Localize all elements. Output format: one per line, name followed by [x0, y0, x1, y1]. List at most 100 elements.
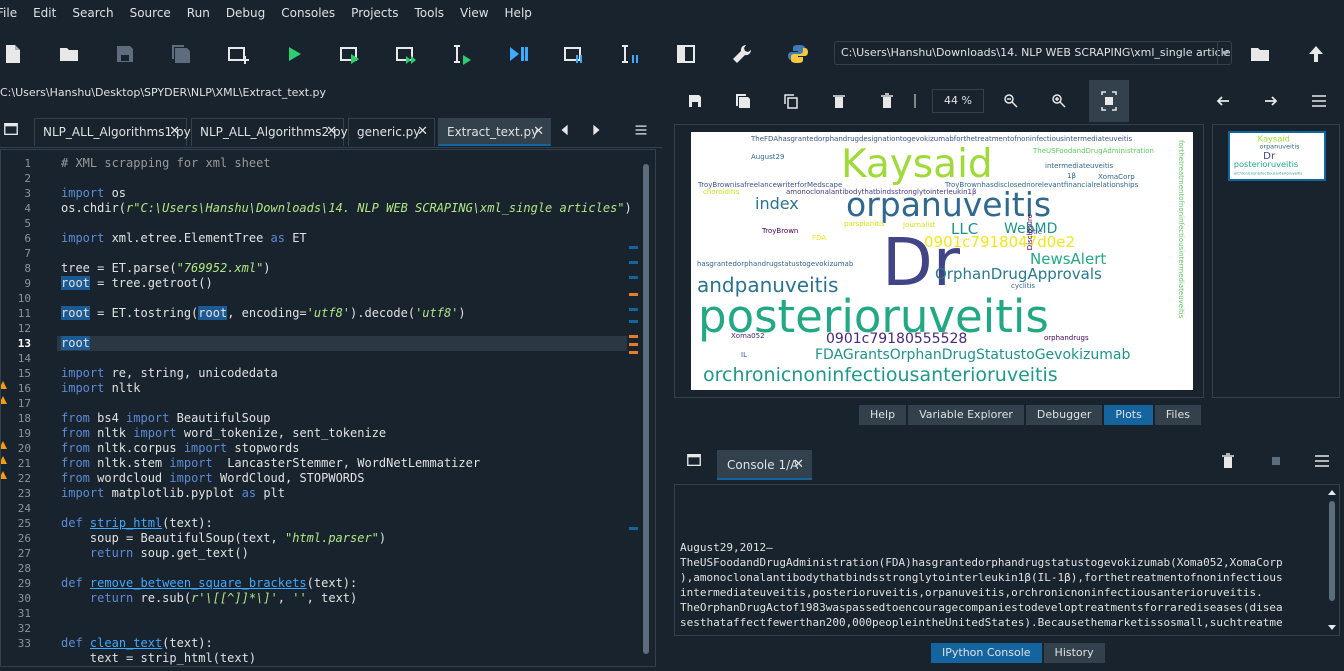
- menu-consoles[interactable]: Consoles: [273, 6, 343, 20]
- tab-debugger[interactable]: Debugger: [1024, 404, 1104, 426]
- delete-plot-icon[interactable]: [830, 92, 848, 110]
- stop-icon[interactable]: [1267, 452, 1285, 470]
- previous-plot-arrow-icon[interactable]: [1214, 92, 1232, 110]
- zoom-in-icon[interactable]: [1050, 92, 1068, 110]
- menu-edit[interactable]: Edit: [25, 6, 64, 20]
- debug-cell-icon[interactable]: [562, 42, 586, 66]
- debug-icon[interactable]: [506, 42, 530, 66]
- run-selection-icon[interactable]: [450, 42, 474, 66]
- tab-nlp-all-algorithms1[interactable]: NLP_ALL_Algorithms1.py ✕: [34, 118, 191, 146]
- menu-help[interactable]: Help: [497, 6, 540, 20]
- parent-directory-arrow-icon[interactable]: [1304, 42, 1328, 66]
- run-cell-advance-icon[interactable]: [394, 42, 418, 66]
- options-menu-icon[interactable]: [1313, 452, 1331, 470]
- warning-icon[interactable]: [1, 449, 7, 464]
- code-line: text = strip_html(text): [61, 651, 257, 665]
- run-file-icon[interactable]: [282, 42, 306, 66]
- browse-folder-icon[interactable]: [1248, 42, 1272, 66]
- code-line: def clean_text(text):: [61, 636, 213, 650]
- save-plot-icon[interactable]: [686, 92, 704, 110]
- wordcloud-word: Dr: [882, 224, 960, 301]
- tab-ipython-console[interactable]: IPython Console: [930, 642, 1043, 664]
- console-output[interactable]: August29,2012— TheUSFoodandDrugAdministr…: [674, 484, 1340, 636]
- tab-console-1a[interactable]: Console 1/A ✕: [717, 450, 812, 480]
- tab-help[interactable]: Help: [858, 404, 908, 426]
- menu-view[interactable]: View: [452, 6, 496, 20]
- code-editor[interactable]: 1 2 3 4 5 6 7 8 9 10 11 12 13 14 15 16 17 18 19 20 21 22 23 24 2…: [0, 149, 656, 667]
- warning-icon[interactable]: [1, 464, 7, 479]
- working-directory-combo[interactable]: C:\Users\Hanshu\Downloads\14. NLP WEB SC…: [834, 41, 1232, 65]
- browse-tabs-icon[interactable]: [2, 120, 20, 138]
- menu-run[interactable]: Run: [179, 6, 218, 20]
- console-scrollbar[interactable]: [1327, 487, 1337, 633]
- code-line: return re.sub(r'\[[^]]*\]', '', text): [89, 591, 358, 605]
- scroll-tabs-left-icon[interactable]: [557, 122, 573, 138]
- menu-file[interactable]: File: [0, 6, 25, 20]
- warning-icon[interactable]: [1, 374, 7, 389]
- scroll-marker: [629, 351, 638, 354]
- zoom-level-field[interactable]: 44 %: [932, 89, 984, 113]
- line-number: 29: [17, 577, 31, 590]
- save-all-icon[interactable]: [169, 42, 193, 66]
- scroll-tabs-right-icon[interactable]: [588, 122, 604, 138]
- run-cell-icon[interactable]: [338, 42, 362, 66]
- maximize-pane-icon[interactable]: [674, 42, 698, 66]
- code-line: from nltk.corpus import stopwords: [61, 441, 300, 455]
- options-menu-icon[interactable]: [1310, 92, 1328, 110]
- plot-thumbnail[interactable]: Kaysaid orpanuveitis Dr posterioruveitis…: [1228, 131, 1326, 181]
- menu-projects[interactable]: Projects: [343, 6, 406, 20]
- copy-plot-icon[interactable]: [782, 92, 800, 110]
- save-icon[interactable]: [113, 42, 137, 66]
- menu-debug[interactable]: Debug: [218, 6, 273, 20]
- wordcloud-word: forthetreatmentofnoninfectiousintermedia…: [1177, 140, 1185, 319]
- scroll-marker: [629, 261, 638, 264]
- browse-tabs-icon[interactable]: [686, 452, 704, 470]
- warning-icon[interactable]: [1, 434, 7, 449]
- toolbar-separator: [912, 92, 918, 110]
- delete-trash-icon[interactable]: [1219, 452, 1237, 470]
- options-menu-icon[interactable]: [632, 121, 650, 139]
- upper-pane-tabs: Help Variable Explorer Debugger Plots Fi…: [858, 404, 1202, 426]
- scrollbar-thumb[interactable]: [643, 164, 649, 654]
- tab-history[interactable]: History: [1042, 642, 1106, 664]
- wordcloud-word: parsplanitis: [844, 220, 885, 228]
- next-plot-arrow-icon[interactable]: [1262, 92, 1280, 110]
- delete-all-plots-icon[interactable]: [878, 92, 896, 110]
- tab-nlp-all-algorithms2[interactable]: NLP_ALL_Algorithms2.py ✕: [191, 118, 348, 146]
- warning-icon[interactable]: [1, 389, 7, 404]
- close-icon[interactable]: ✕: [793, 450, 804, 480]
- preferences-wrench-icon[interactable]: [730, 42, 754, 66]
- tab-generic[interactable]: generic.py ✕: [348, 118, 435, 146]
- code-line: from nltk import word_tokenize, sent_tok…: [61, 426, 387, 440]
- close-icon[interactable]: ✕: [533, 119, 544, 145]
- open-file-icon[interactable]: [57, 42, 81, 66]
- close-icon[interactable]: ✕: [169, 119, 180, 145]
- tab-files[interactable]: Files: [1153, 404, 1202, 426]
- plots-pane: 44 % TheFDAhasgrantedorphandrugdesignati…: [668, 80, 1344, 430]
- working-directory-text: C:\Users\Hanshu\Downloads\14. NLP WEB SC…: [841, 46, 1232, 59]
- tab-plots[interactable]: Plots: [1103, 404, 1154, 426]
- fit-plot-icon[interactable]: [1089, 80, 1129, 122]
- close-icon[interactable]: ✕: [417, 119, 428, 145]
- new-file-icon[interactable]: [1, 42, 25, 66]
- zoom-out-icon[interactable]: [1002, 92, 1020, 110]
- chevron-down-icon[interactable]: [1217, 42, 1231, 64]
- wordcloud-word: FDA: [812, 234, 827, 242]
- menu-source[interactable]: Source: [122, 6, 179, 20]
- menu-search[interactable]: Search: [64, 6, 121, 20]
- scroll-marker: [629, 527, 638, 530]
- editor-scrollbar[interactable]: [641, 162, 651, 657]
- menu-tools[interactable]: Tools: [406, 6, 452, 20]
- wordcloud-word: 1β: [1067, 172, 1076, 180]
- debug-selection-icon[interactable]: [618, 42, 642, 66]
- tab-extract-text[interactable]: Extract_text.py ✕: [438, 118, 551, 146]
- code-line: import matplotlib.pyplot as plt: [61, 486, 285, 500]
- python-path-icon[interactable]: [786, 42, 810, 66]
- save-all-plots-icon[interactable]: [734, 92, 752, 110]
- editor-tab-bar: NLP_ALL_Algorithms1.py ✕ NLP_ALL_Algorith…: [0, 112, 662, 148]
- tab-variable-explorer[interactable]: Variable Explorer: [907, 404, 1025, 426]
- code-line: root: [61, 336, 90, 350]
- new-cell-icon[interactable]: [226, 42, 250, 66]
- plot-canvas[interactable]: TheFDAhasgrantedorphandrugdesignationtog…: [674, 124, 1204, 398]
- close-icon[interactable]: ✕: [326, 119, 337, 145]
